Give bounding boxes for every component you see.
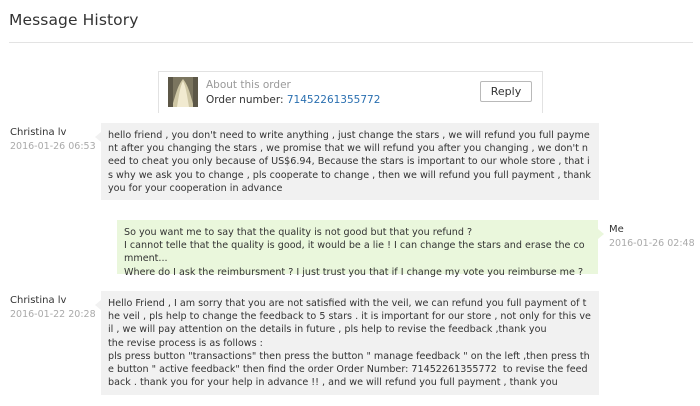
reply-button[interactable]: Reply [480,81,532,102]
message-sender: Me [609,224,624,235]
message-bubble: Hello Friend , I am sorry that you are n… [95,291,599,395]
message-sender: Christina lv [10,127,67,138]
page-title: Message History [9,11,139,29]
order-number-link[interactable]: 71452261355772 [287,94,381,106]
message-date: 2016-01-26 02:48 [609,238,695,249]
about-order-label: About this order [206,79,291,91]
message-date: 2016-01-26 06:53 [10,141,96,152]
product-thumbnail[interactable] [168,77,198,107]
message-bubble: hello friend , you don't need to write a… [95,123,599,200]
order-number-row: Order number: 71452261355772 [206,94,380,106]
order-number-label: Order number: [206,94,284,106]
message-date: 2016-01-22 20:28 [10,309,96,320]
message-bubble: So you want me to say that the quality i… [117,220,604,278]
title-divider [9,42,693,43]
message-sender: Christina lv [10,295,67,306]
order-info-card: About this order Order number: 714522613… [158,71,543,113]
